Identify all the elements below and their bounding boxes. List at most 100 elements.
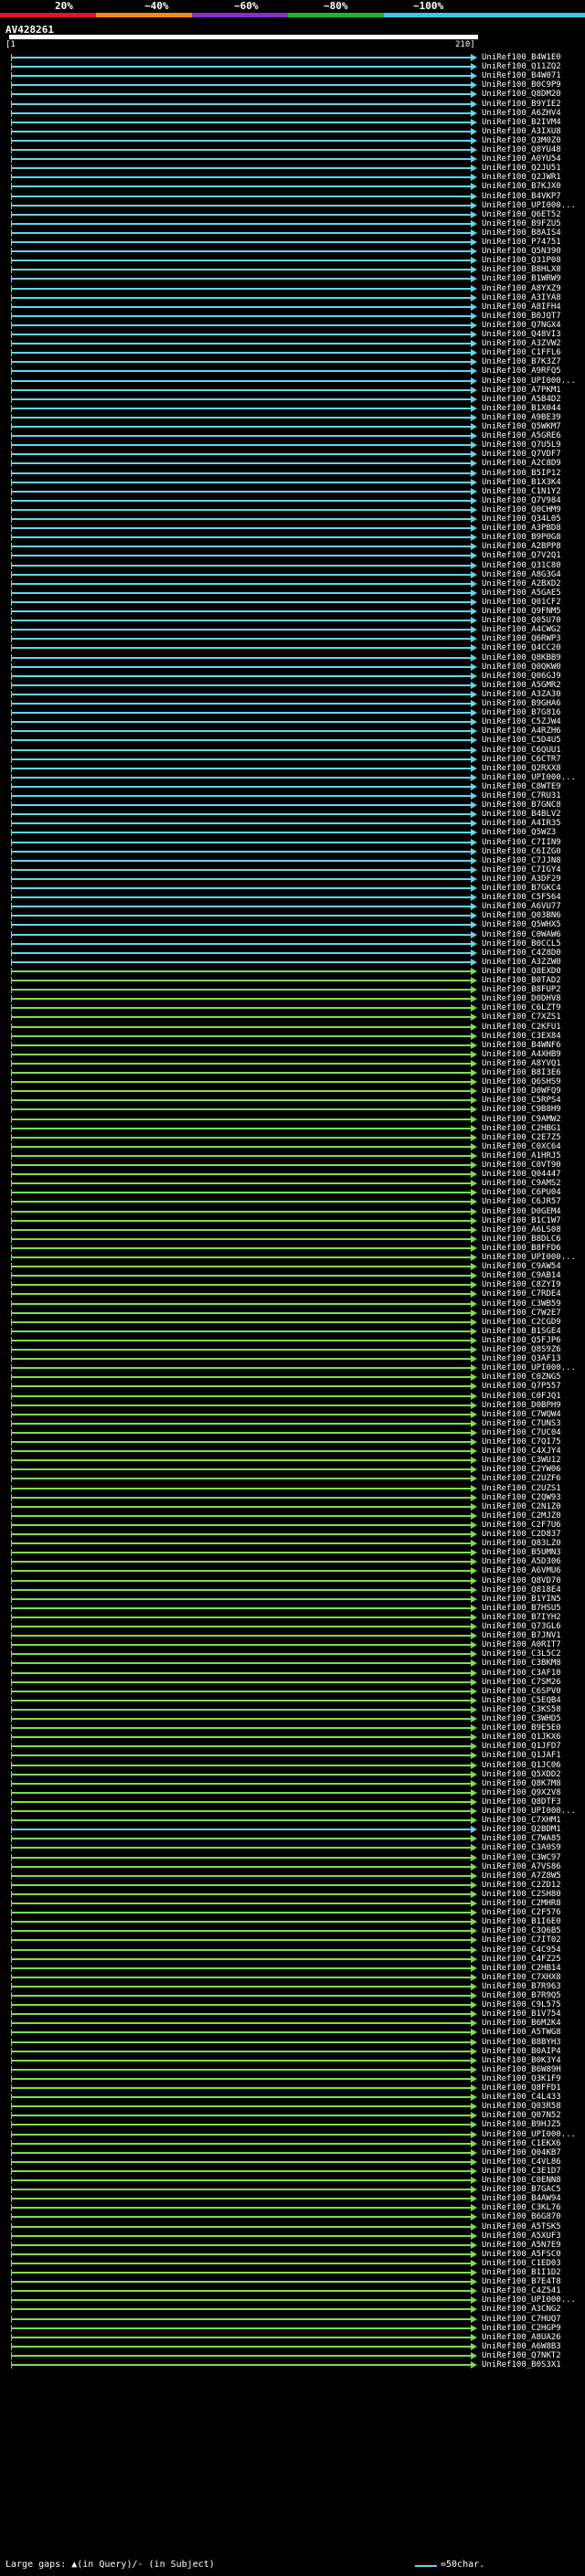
- hit-row[interactable]: UniRef100_C0ENN8: [0, 2176, 585, 2185]
- hit-row[interactable]: UniRef100_UPI000...: [0, 2295, 585, 2305]
- hit-row[interactable]: UniRef100_C7WA85: [0, 1834, 585, 1843]
- hit-label[interactable]: UniRef100_B9HJZ5: [482, 2120, 561, 2129]
- hit-row[interactable]: UniRef100_B0TAD2: [0, 976, 585, 985]
- hit-label[interactable]: UniRef100_C7QI75: [482, 1437, 561, 1447]
- hit-row[interactable]: UniRef100_B9HJZ5: [0, 2120, 585, 2129]
- hit-label[interactable]: UniRef100_A5B4D2: [482, 395, 561, 404]
- hit-label[interactable]: UniRef100_A3CNG2: [482, 2305, 561, 2314]
- hit-row[interactable]: UniRef100_UPI000...: [0, 1363, 585, 1373]
- hit-row[interactable]: UniRef100_A4RZH6: [0, 726, 585, 736]
- hit-label[interactable]: UniRef100_C7UC04: [482, 1428, 561, 1437]
- hit-row[interactable]: UniRef100_A3PBD8: [0, 524, 585, 533]
- hit-label[interactable]: UniRef100_C5D4U5: [482, 736, 561, 745]
- hit-label[interactable]: UniRef100_Q8K7M8: [482, 1779, 561, 1788]
- hit-label[interactable]: UniRef100_Q8S9Z6: [482, 1345, 561, 1354]
- hit-label[interactable]: UniRef100_Q05U70: [482, 616, 561, 625]
- hit-label[interactable]: UniRef100_UPI000...: [482, 2295, 576, 2305]
- hit-row[interactable]: UniRef100_C2MJZ0: [0, 1511, 585, 1521]
- hit-label[interactable]: UniRef100_C2QW93: [482, 1493, 561, 1502]
- hit-label[interactable]: UniRef100_C7IGY4: [482, 865, 561, 875]
- hit-row[interactable]: UniRef100_B8I3E6: [0, 1068, 585, 1077]
- hit-label[interactable]: UniRef100_UPI000...: [482, 1807, 576, 1816]
- hit-row[interactable]: UniRef100_B9E5E0: [0, 1723, 585, 1733]
- hit-row[interactable]: UniRef100_C9AB14: [0, 1271, 585, 1280]
- hit-row[interactable]: UniRef100_B7IYH2: [0, 1613, 585, 1622]
- hit-row[interactable]: UniRef100_B4W071: [0, 71, 585, 80]
- hit-label[interactable]: UniRef100_B4VKP7: [482, 192, 561, 201]
- hit-label[interactable]: UniRef100_Q0CHM9: [482, 505, 561, 514]
- hit-row[interactable]: UniRef100_A3ZA30: [0, 690, 585, 699]
- hit-row[interactable]: UniRef100_B4WNF6: [0, 1041, 585, 1050]
- hit-label[interactable]: UniRef100_B6G870: [482, 2212, 561, 2221]
- hit-label[interactable]: UniRef100_Q06GJ9: [482, 672, 561, 681]
- hit-row[interactable]: UniRef100_C5EQB4: [0, 1696, 585, 1705]
- hit-label[interactable]: UniRef100_Q0QKW0: [482, 663, 561, 672]
- hit-label[interactable]: UniRef100_Q31C80: [482, 561, 561, 570]
- hit-row[interactable]: UniRef100_C4XJY4: [0, 1447, 585, 1456]
- hit-label[interactable]: UniRef100_C1ED03: [482, 2259, 561, 2268]
- hit-label[interactable]: UniRef100_C3E1D7: [482, 2167, 561, 2176]
- hit-label[interactable]: UniRef100_C2F576: [482, 1908, 561, 1917]
- hit-label[interactable]: UniRef100_Q7U5L9: [482, 440, 561, 450]
- hit-label[interactable]: UniRef100_B8BYH3: [482, 2038, 561, 2047]
- hit-row[interactable]: UniRef100_B2IVM4: [0, 118, 585, 127]
- hit-row[interactable]: UniRef100_A9BE39: [0, 413, 585, 422]
- hit-row[interactable]: UniRef100_Q6RWP3: [0, 634, 585, 643]
- hit-row[interactable]: UniRef100_Q31C80: [0, 561, 585, 570]
- hit-label[interactable]: UniRef100_Q1JKX6: [482, 1733, 561, 1742]
- hit-label[interactable]: UniRef100_Q1JAF1: [482, 1751, 561, 1760]
- hit-label[interactable]: UniRef100_B4WNF6: [482, 1041, 561, 1050]
- hit-row[interactable]: UniRef100_C3WU12: [0, 1456, 585, 1465]
- hit-row[interactable]: UniRef100_C5RPS4: [0, 1096, 585, 1105]
- hit-row[interactable]: UniRef100_A1HRJ5: [0, 1151, 585, 1161]
- hit-row[interactable]: UniRef100_C5ZJW4: [0, 717, 585, 726]
- hit-row[interactable]: UniRef100_C3WC97: [0, 1853, 585, 1862]
- hit-row[interactable]: UniRef100_C2KFU1: [0, 1023, 585, 1032]
- hit-label[interactable]: UniRef100_Q7NKT2: [482, 2351, 561, 2360]
- hit-row[interactable]: UniRef100_C3KS58: [0, 1705, 585, 1714]
- hit-label[interactable]: UniRef100_C5ZJW4: [482, 717, 561, 726]
- hit-label[interactable]: UniRef100_C0XC64: [482, 1142, 561, 1151]
- hit-row[interactable]: UniRef100_B7JNV1: [0, 1631, 585, 1640]
- hit-label[interactable]: UniRef100_B0C9P9: [482, 80, 561, 90]
- hit-row[interactable]: UniRef100_C7IT02: [0, 1935, 585, 1945]
- hit-row[interactable]: UniRef100_B7G816: [0, 708, 585, 717]
- hit-label[interactable]: UniRef100_B5UMN3: [482, 1548, 561, 1557]
- hit-label[interactable]: UniRef100_Q6SHS9: [482, 1077, 561, 1087]
- hit-row[interactable]: UniRef100_A3IYA8: [0, 293, 585, 302]
- hit-label[interactable]: UniRef100_C2ZD12: [482, 1881, 561, 1890]
- hit-row[interactable]: UniRef100_B0JQT7: [0, 312, 585, 321]
- hit-label[interactable]: UniRef100_UPI000...: [482, 1253, 576, 1262]
- hit-row[interactable]: UniRef100_Q4CC20: [0, 643, 585, 652]
- hit-row[interactable]: UniRef100_C0XC64: [0, 1142, 585, 1151]
- hit-row[interactable]: UniRef100_Q7NGX4: [0, 321, 585, 330]
- hit-label[interactable]: UniRef100_Q5XDD2: [482, 1770, 561, 1779]
- hit-label[interactable]: UniRef100_C8WTE9: [482, 782, 561, 791]
- hit-row[interactable]: UniRef100_A7PKM1: [0, 386, 585, 395]
- hit-row[interactable]: UniRef100_C3WB59: [0, 1299, 585, 1309]
- hit-label[interactable]: UniRef100_Q48VI3: [482, 330, 561, 339]
- hit-label[interactable]: UniRef100_A3ZZW0: [482, 958, 561, 967]
- hit-label[interactable]: UniRef100_A6ZHV4: [482, 109, 561, 118]
- hit-label[interactable]: UniRef100_Q03BN6: [482, 911, 561, 920]
- hit-label[interactable]: UniRef100_B7JNV1: [482, 1631, 561, 1640]
- hit-row[interactable]: UniRef100_C4FZ25: [0, 1955, 585, 1964]
- hit-label[interactable]: UniRef100_A8G3G4: [482, 570, 561, 579]
- hit-label[interactable]: UniRef100_Q9FNM5: [482, 607, 561, 616]
- hit-label[interactable]: UniRef100_A5TSK5: [482, 2222, 561, 2231]
- hit-label[interactable]: UniRef100_C0VT90: [482, 1161, 561, 1170]
- hit-label[interactable]: UniRef100_B0S3X1: [482, 2360, 561, 2369]
- hit-label[interactable]: UniRef100_Q7VDF7: [482, 450, 561, 459]
- hit-label[interactable]: UniRef100_C2MHR8: [482, 1899, 561, 1908]
- hit-row[interactable]: UniRef100_Q8VD70: [0, 1576, 585, 1585]
- hit-row[interactable]: UniRef100_B7GAC5: [0, 2185, 585, 2194]
- hit-label[interactable]: UniRef100_B7IYH2: [482, 1613, 561, 1622]
- hit-row[interactable]: UniRef100_Q03BN6: [0, 911, 585, 920]
- hit-label[interactable]: UniRef100_Q6ET52: [482, 210, 561, 219]
- hit-label[interactable]: UniRef100_C9L575: [482, 2000, 561, 2009]
- hit-row[interactable]: UniRef100_B1WRW9: [0, 274, 585, 283]
- hit-row[interactable]: UniRef100_A8UA26: [0, 2333, 585, 2342]
- hit-row[interactable]: UniRef100_A8G3G4: [0, 570, 585, 579]
- hit-label[interactable]: UniRef100_B6W89H: [482, 2065, 561, 2074]
- hit-row[interactable]: UniRef100_B6W89H: [0, 2065, 585, 2074]
